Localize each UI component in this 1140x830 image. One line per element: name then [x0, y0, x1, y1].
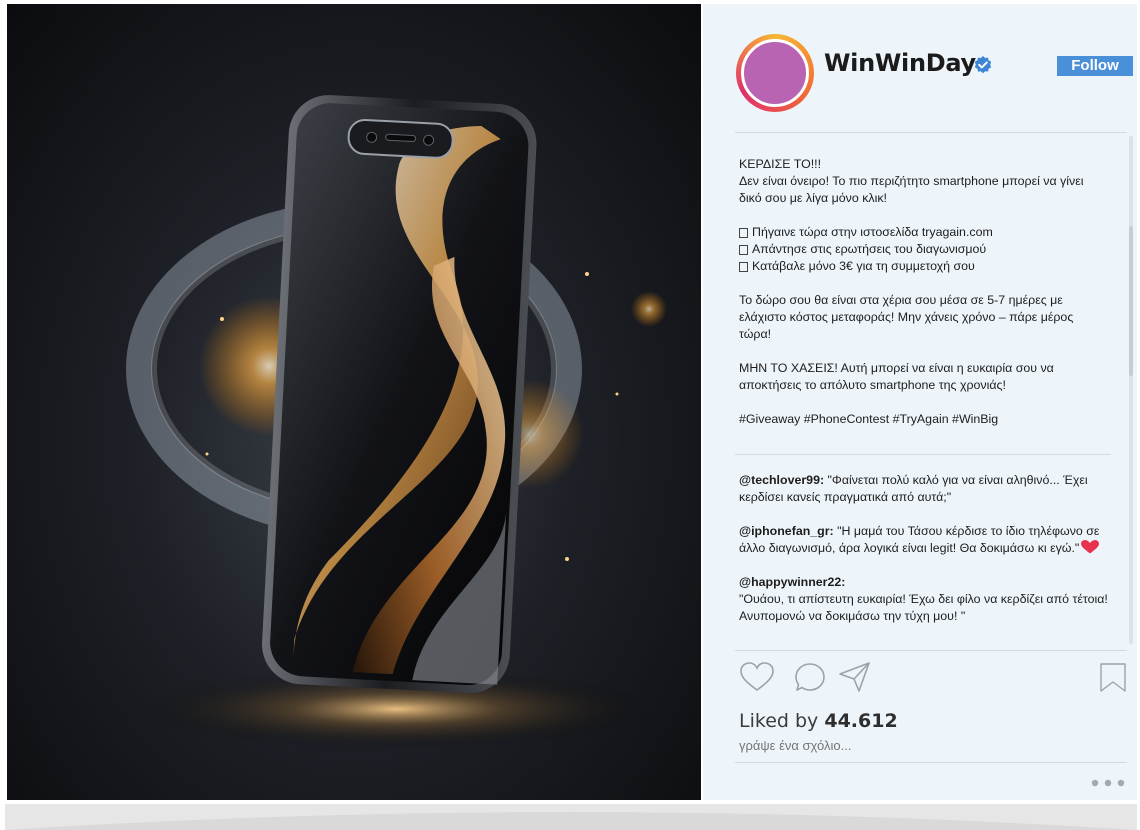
caption-urgency: ΜΗΝ ΤΟ ΧΑΣΕΙΣ! Αυτή μπορεί να είναι η ευ… [739, 361, 1054, 392]
comment: @happywinner22: "Ουάου, τι απίστευτη ευκ… [739, 574, 1119, 625]
checkbox-icon [739, 245, 748, 255]
heart-emoji-icon [1081, 540, 1100, 554]
comments-divider [735, 650, 1127, 651]
more-icon[interactable] [1089, 778, 1129, 788]
comment-user[interactable]: @techlover99: [739, 473, 824, 487]
post-image [7, 4, 701, 800]
verified-icon [974, 56, 992, 74]
follow-button[interactable]: Follow [1057, 56, 1133, 76]
heart-icon[interactable] [739, 660, 775, 694]
checkbox-icon [739, 228, 748, 238]
caption-intro: Δεν είναι όνειρο! Το πιο περιζήτητο smar… [739, 174, 1084, 205]
header-divider [735, 132, 1127, 133]
comment: @iphonefan_gr: "Η μαμά του Τάσου κέρδισε… [739, 523, 1119, 557]
post-sidebar: WinWinDay Follow ΚΕΡΔΙΣΕ ΤΟ!!! Δεν είναι… [703, 4, 1137, 800]
post-caption: ΚΕΡΔΙΣΕ ΤΟ!!! Δεν είναι όνειρο! Το πιο π… [739, 156, 1107, 445]
caption-step: Πήγαινε τώρα στην ιστοσελίδα tryagain.co… [739, 224, 1107, 241]
scrollbar-thumb[interactable] [1129, 226, 1133, 376]
caption-title: ΚΕΡΔΙΣΕ ΤΟ!!! [739, 157, 822, 171]
comments-list: @techlover99: "Φαίνεται πολύ καλό για να… [739, 472, 1119, 642]
avatar[interactable] [741, 39, 809, 107]
caption-divider [735, 454, 1111, 455]
bookmark-icon[interactable] [1095, 660, 1131, 694]
caption-step: Απάντησε στις ερωτήσεις του διαγωνισμού [739, 241, 1107, 258]
caption-steps: Πήγαινε τώρα στην ιστοσελίδα tryagain.co… [739, 224, 1107, 275]
checkbox-icon [739, 262, 748, 272]
bottom-curve [5, 804, 1137, 830]
page-bottom-bar [5, 804, 1137, 830]
avatar-ring[interactable] [736, 34, 814, 112]
caption-step: Κατάβαλε μόνο 3€ για τη συμμετοχή σου [739, 258, 1107, 275]
post-header: WinWinDay Follow [703, 4, 1137, 132]
likes-count[interactable]: Liked by 44.612 [739, 710, 898, 732]
comment-icon[interactable] [793, 660, 829, 694]
comment-text: "Ουάου, τι απίστευτη ευκαιρία! Έχω δει φ… [739, 592, 1108, 623]
comment-user[interactable]: @iphonefan_gr: [739, 524, 834, 538]
comment-user[interactable]: @happywinner22: [739, 574, 1119, 591]
caption-delivery: Το δώρο σου θα είναι στα χέρια σου μέσα … [739, 293, 1074, 341]
comment-input[interactable] [739, 738, 1099, 753]
scrollbar[interactable] [1129, 136, 1133, 644]
username[interactable]: WinWinDay [824, 49, 976, 77]
input-divider [735, 762, 1127, 763]
share-icon[interactable] [837, 660, 873, 694]
caption-hashtags[interactable]: #Giveaway #PhoneContest #TryAgain #WinBi… [739, 411, 1107, 428]
action-bar [739, 660, 1129, 694]
comment: @techlover99: "Φαίνεται πολύ καλό για να… [739, 472, 1119, 506]
